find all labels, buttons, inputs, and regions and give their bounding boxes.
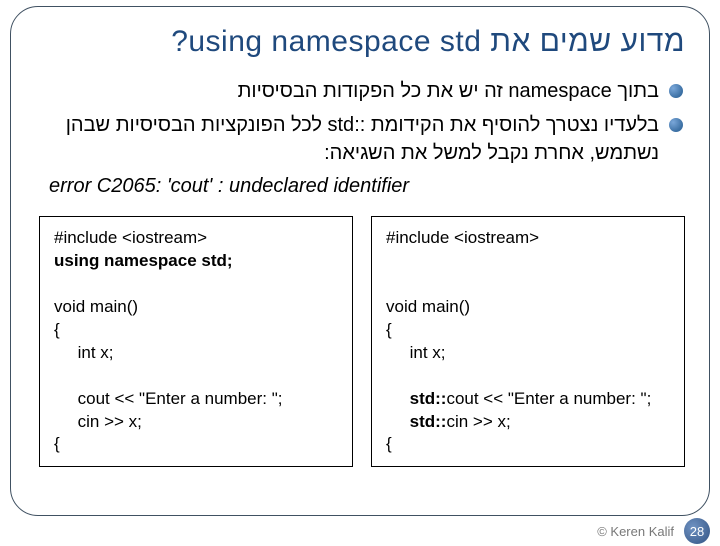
code-box-left: #include <iostream> using namespace std;… — [39, 216, 353, 467]
code-line: void main() — [54, 297, 138, 316]
code-line — [386, 389, 410, 408]
code-line — [386, 412, 410, 431]
code-line: int x; — [386, 343, 446, 362]
code-line: #include <iostream> — [386, 228, 539, 247]
code-line: int x; — [54, 343, 114, 362]
page-number: 28 — [690, 524, 704, 539]
bullet-list: בתוך namespace זה יש את כל הפקודות הבסיס… — [35, 77, 685, 167]
code-line: #include <iostream> — [54, 228, 207, 247]
slide-title: מדוע שמים את using namespace std? — [35, 25, 685, 59]
code-line: cout << "Enter a number: "; — [54, 389, 282, 408]
code-line: { — [386, 320, 392, 339]
code-line: void main() — [386, 297, 470, 316]
code-bold: std:: — [410, 389, 447, 408]
error-message: error C2065: 'cout' : undeclared identif… — [41, 175, 685, 198]
footer: © Keren Kalif 28 — [597, 518, 710, 544]
page-number-badge: 28 — [684, 518, 710, 544]
code-box-right: #include <iostream> void main() { int x;… — [371, 216, 685, 467]
bullet-item: בתוך namespace זה יש את כל הפקודות הבסיס… — [35, 77, 685, 105]
copyright-text: © Keren Kalif — [597, 524, 674, 539]
slide-frame: מדוע שמים את using namespace std? בתוך n… — [10, 6, 710, 516]
code-line: { — [386, 434, 392, 453]
bullet-item: בלעדיו נצטרך להוסיף את הקידומת ::std לכל… — [35, 111, 685, 167]
code-line: { — [54, 320, 60, 339]
code-line: cin >> x; — [54, 412, 142, 431]
code-row: #include <iostream> using namespace std;… — [35, 216, 685, 467]
code-line: cin >> x; — [446, 412, 510, 431]
code-line: { — [54, 434, 60, 453]
code-line: cout << "Enter a number: "; — [446, 389, 651, 408]
code-bold: std:: — [410, 412, 447, 431]
code-line-bold: using namespace std; — [54, 251, 233, 270]
